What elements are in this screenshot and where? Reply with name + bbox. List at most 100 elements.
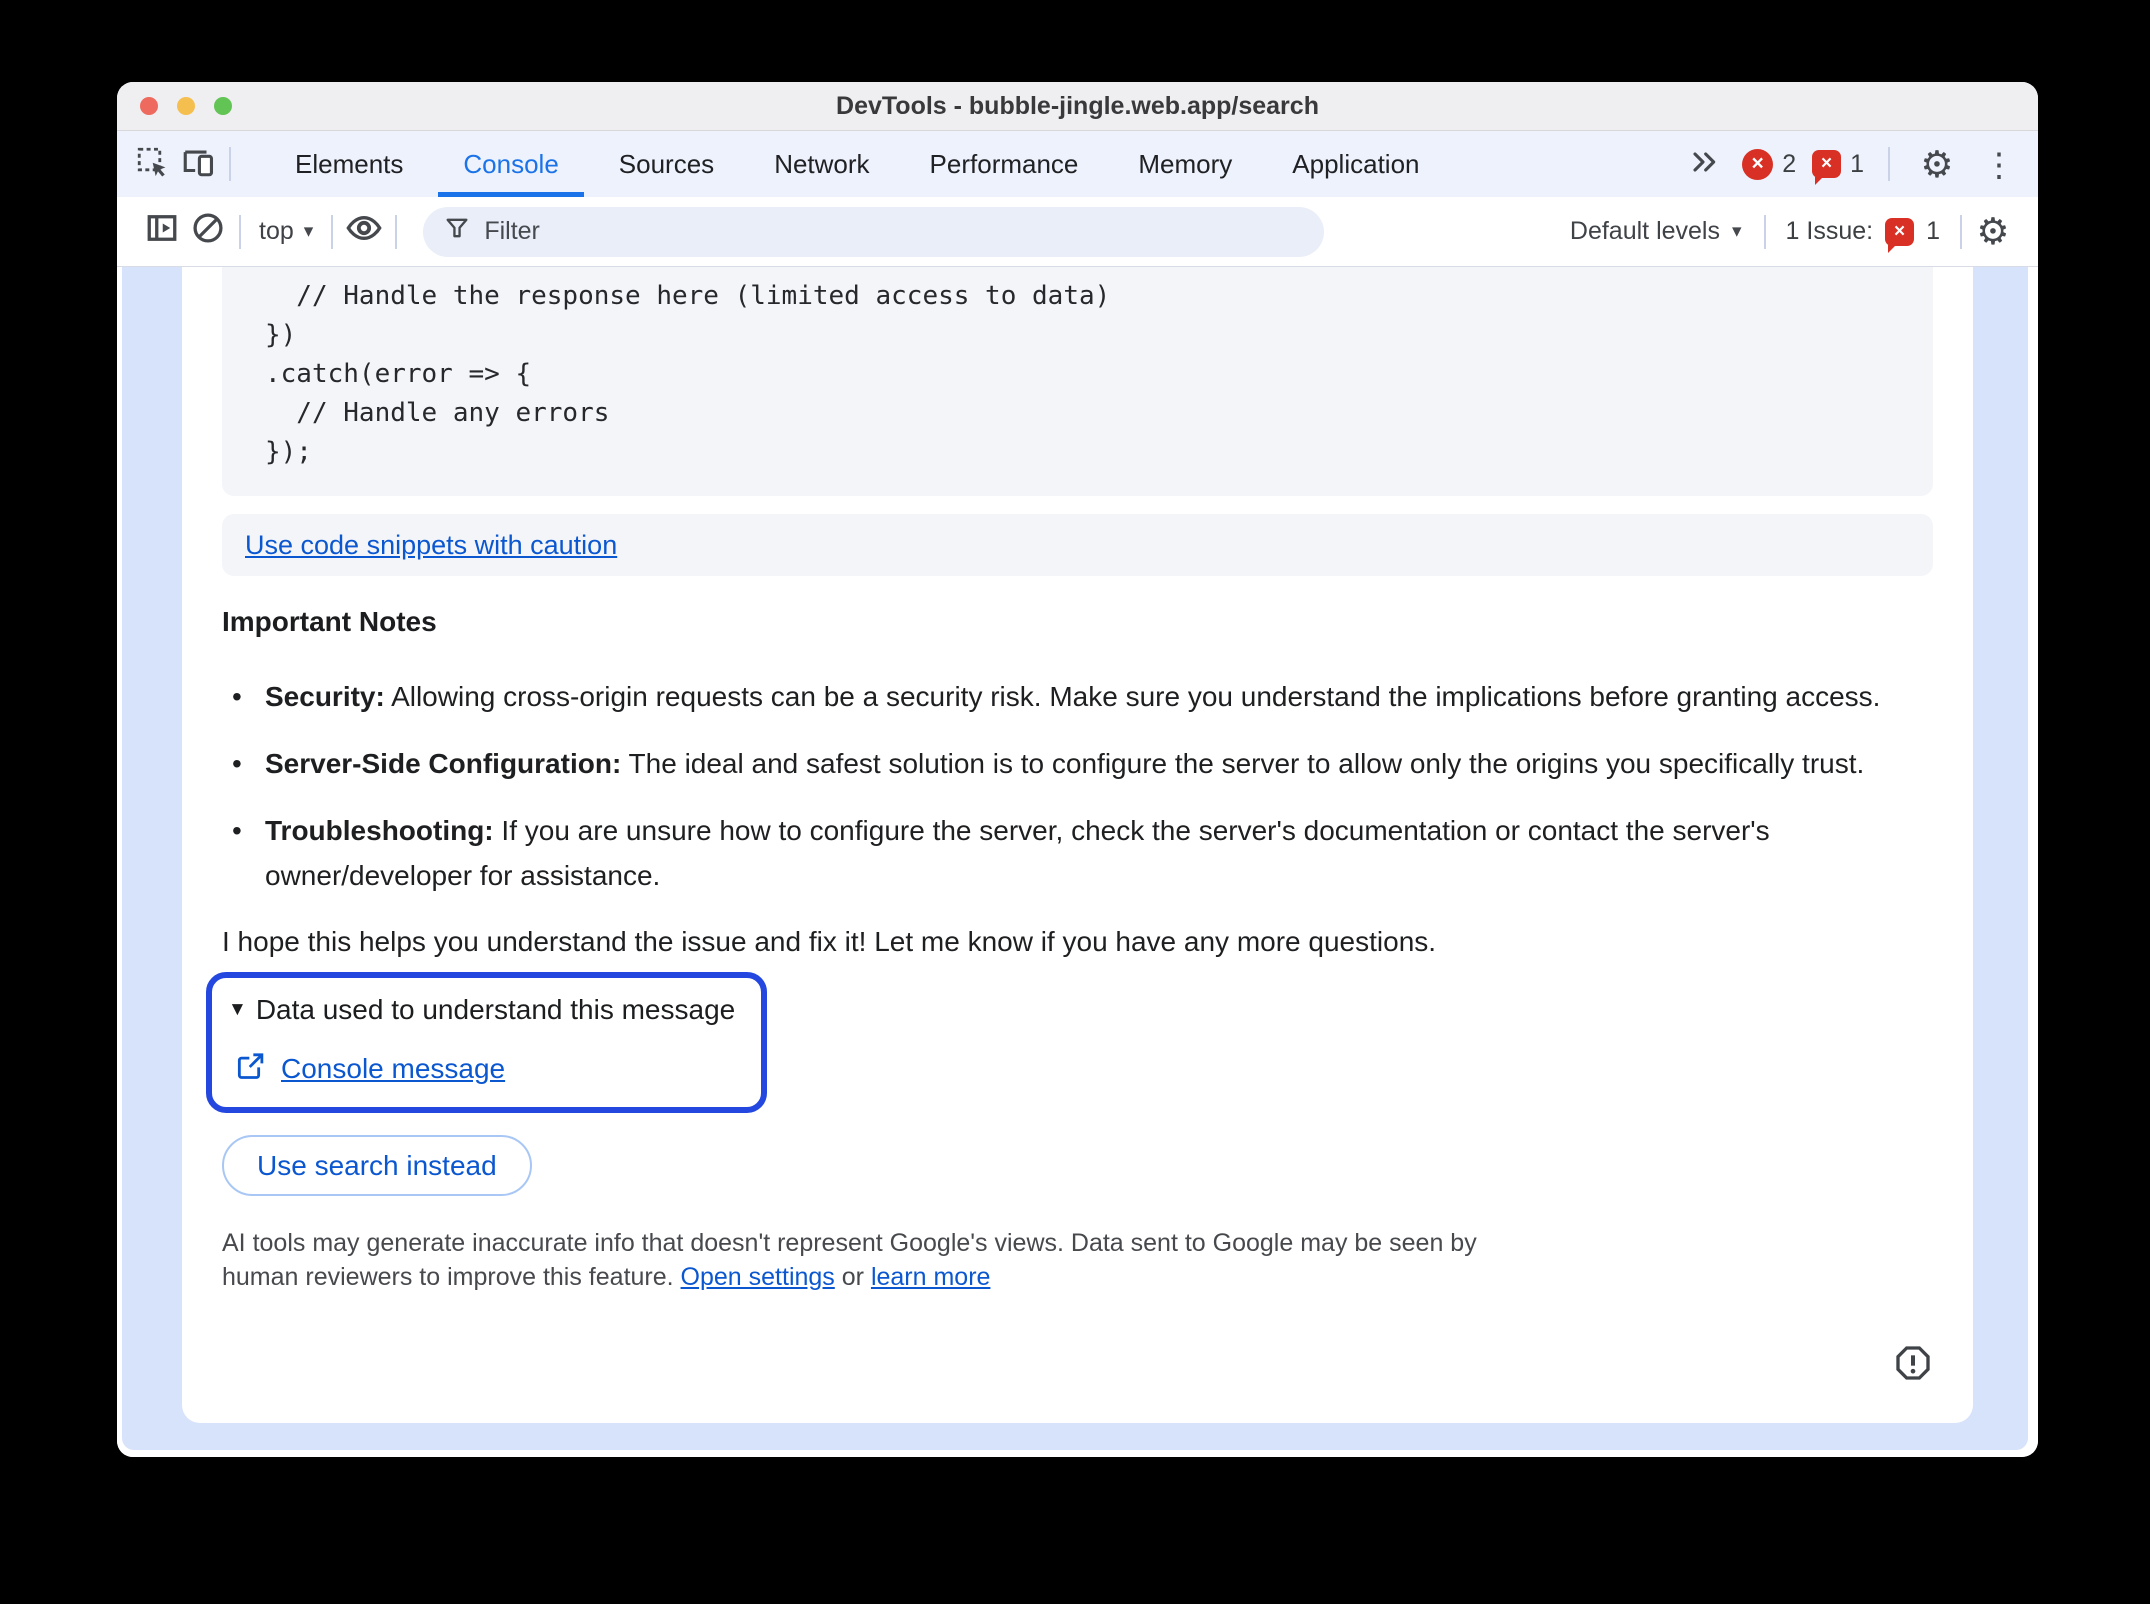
divider (229, 147, 231, 181)
double-chevron-icon (1687, 146, 1719, 183)
report-legal-button[interactable] (1893, 1343, 1933, 1383)
learn-more-link[interactable]: learn more (871, 1263, 991, 1291)
important-notes-heading: Important Notes (222, 606, 437, 637)
data-used-disclosure: ▼ Data used to understand this message C… (206, 972, 768, 1113)
console-message-row: Console message (234, 1050, 735, 1087)
customize-devtools-button[interactable]: ⋮ (1976, 141, 2022, 187)
disclosure-toggle[interactable]: ▼ Data used to understand this message (228, 994, 735, 1026)
divider (1763, 214, 1766, 249)
clear-console-button[interactable] (185, 209, 231, 255)
minimize-window-button[interactable] (177, 97, 195, 115)
chevron-down-icon: ▾ (303, 221, 314, 242)
issue-badge-icon: × (1812, 150, 1842, 185)
divider (331, 214, 334, 249)
inspect-cursor-icon (135, 145, 169, 184)
issues-counter[interactable]: × 1 (1812, 149, 1864, 185)
zoom-window-button[interactable] (214, 97, 232, 115)
error-badge-icon: × (1742, 148, 1774, 180)
context-label: top (259, 217, 294, 245)
note-text: The ideal and safest solution is to conf… (621, 748, 1865, 779)
more-tabs-button[interactable] (1680, 141, 1726, 187)
open-settings-link[interactable]: Open settings (681, 1263, 835, 1291)
issues-label: 1 Issue: (1785, 217, 1874, 245)
window-title: DevTools - bubble-jingle.web.app/search (836, 91, 1319, 120)
device-toolbar-button[interactable] (175, 141, 221, 187)
tab-elements[interactable]: Elements (265, 131, 433, 197)
clear-circle-slash-icon (190, 210, 226, 253)
ai-disclaimer: AI tools may generate inaccurate info th… (222, 1226, 1933, 1294)
tab-network[interactable]: Network (744, 131, 899, 197)
console-message-link[interactable]: Console message (281, 1053, 505, 1085)
code-caution-link[interactable]: Use code snippets with caution (245, 530, 617, 561)
tab-console[interactable]: Console (433, 131, 588, 197)
code-line: // Handle any errors (265, 398, 610, 428)
tab-performance[interactable]: Performance (900, 131, 1109, 197)
console-content: // Handle the response here (limited acc… (117, 267, 2038, 1457)
divider (239, 214, 241, 249)
code-line: }) (265, 320, 297, 350)
devtools-window: DevTools - bubble-jingle.web.app/search … (117, 82, 2038, 1457)
log-levels-dropdown[interactable]: Default levels ▾ (1556, 217, 1756, 246)
tab-application[interactable]: Application (1262, 131, 1449, 197)
filter-box[interactable] (423, 206, 1325, 257)
filter-input[interactable] (484, 217, 1305, 246)
note-label: Troubleshooting: (265, 815, 494, 846)
use-search-instead-button[interactable]: Use search instead (222, 1135, 532, 1196)
issues-link[interactable]: 1 Issue: × 1 (1774, 217, 1952, 253)
note-label: Server-Side Configuration: (265, 748, 622, 779)
closing-paragraph: I hope this helps you understand the iss… (222, 926, 1437, 957)
device-toolbar-icon (181, 145, 215, 184)
divider (395, 214, 398, 249)
code-line: .catch(error => { (265, 359, 532, 389)
note-security: Security: Allowing cross-origin requests… (232, 674, 1902, 719)
javascript-context-dropdown[interactable]: top ▾ (249, 217, 323, 246)
note-text: Allowing cross-origin requests can be a … (384, 681, 1881, 712)
gear-icon: ⚙ (1920, 143, 1954, 185)
traffic-lights (140, 97, 232, 115)
divider (1960, 214, 1962, 249)
note-troubleshooting: Troubleshooting: If you are unsure how t… (232, 808, 1902, 898)
divider (1888, 147, 1890, 181)
console-settings-button[interactable]: ⚙ (1970, 209, 2016, 255)
tab-memory[interactable]: Memory (1108, 131, 1262, 197)
issue-count: 1 (1850, 149, 1864, 178)
levels-label: Default levels (1569, 217, 1720, 245)
close-window-button[interactable] (140, 97, 158, 115)
panel-left-icon (144, 210, 180, 253)
devtools-tabbar: Elements Console Sources Network Perform… (117, 131, 2038, 197)
gear-icon: ⚙ (1976, 211, 2010, 252)
disclaimer-line2: human reviewers to improve this feature.… (222, 1260, 1933, 1294)
error-count: 2 (1782, 149, 1797, 178)
disclaimer-text: or (834, 1263, 871, 1291)
inspect-element-button[interactable] (129, 141, 175, 187)
live-expression-button[interactable] (341, 209, 387, 255)
triangle-down-icon: ▼ (228, 999, 247, 1020)
code-caution-banner: Use code snippets with caution (222, 514, 1933, 576)
filter-funnel-icon (443, 214, 471, 249)
button-row: Use search instead (222, 1135, 1933, 1196)
console-sidebar-toggle[interactable] (139, 209, 185, 255)
code-line: // Handle the response here (limited acc… (265, 281, 1111, 311)
eye-icon (344, 208, 384, 255)
chevron-down-icon: ▾ (1731, 221, 1742, 242)
issue-badge-icon: × (1885, 217, 1915, 253)
panel-tabs: Elements Console Sources Network Perform… (265, 131, 1450, 197)
disclaimer-line1: AI tools may generate inaccurate info th… (222, 1229, 1477, 1257)
disclosure-label: Data used to understand this message (255, 994, 736, 1025)
code-snippet-block: // Handle the response here (limited acc… (222, 267, 1933, 496)
titlebar: DevTools - bubble-jingle.web.app/search (117, 82, 2038, 131)
ai-insight-card: // Handle the response here (limited acc… (182, 267, 1973, 1423)
alert-octagon-icon (1893, 1346, 1933, 1387)
settings-button[interactable]: ⚙ (1914, 141, 1960, 187)
tab-sources[interactable]: Sources (589, 131, 744, 197)
tabbar-right-cluster: × 2 × 1 ⚙ ⋮ (1680, 141, 2022, 187)
notes-list: Security: Allowing cross-origin requests… (222, 674, 1902, 898)
code-line: }); (265, 437, 312, 467)
console-toolbar: top ▾ Default levels ▾ (117, 197, 2038, 267)
disclaimer-text: human reviewers to improve this feature. (222, 1263, 681, 1291)
external-link-icon (234, 1050, 266, 1087)
note-server-config: Server-Side Configuration: The ideal and… (232, 741, 1902, 786)
kebab-menu-icon: ⋮ (1982, 145, 2016, 183)
console-error-counter[interactable]: × 2 (1742, 148, 1797, 180)
issues-count: 1 (1926, 217, 1940, 245)
